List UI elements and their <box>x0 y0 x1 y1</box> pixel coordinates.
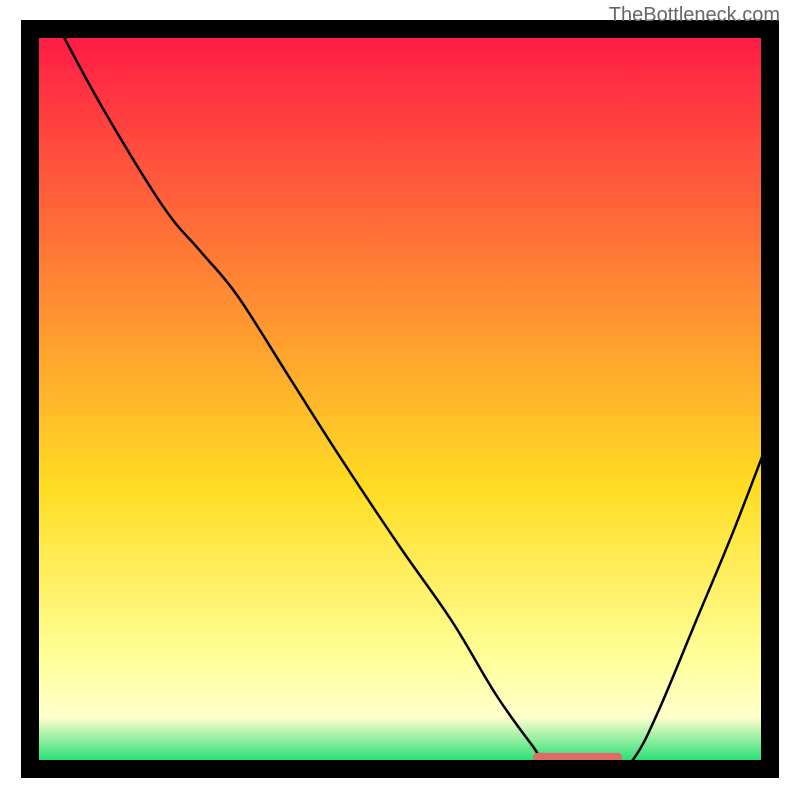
chart-area <box>20 19 780 779</box>
watermark-text: TheBottleneck.com <box>609 4 780 27</box>
plot-background <box>30 29 770 769</box>
chart-svg <box>20 19 780 779</box>
